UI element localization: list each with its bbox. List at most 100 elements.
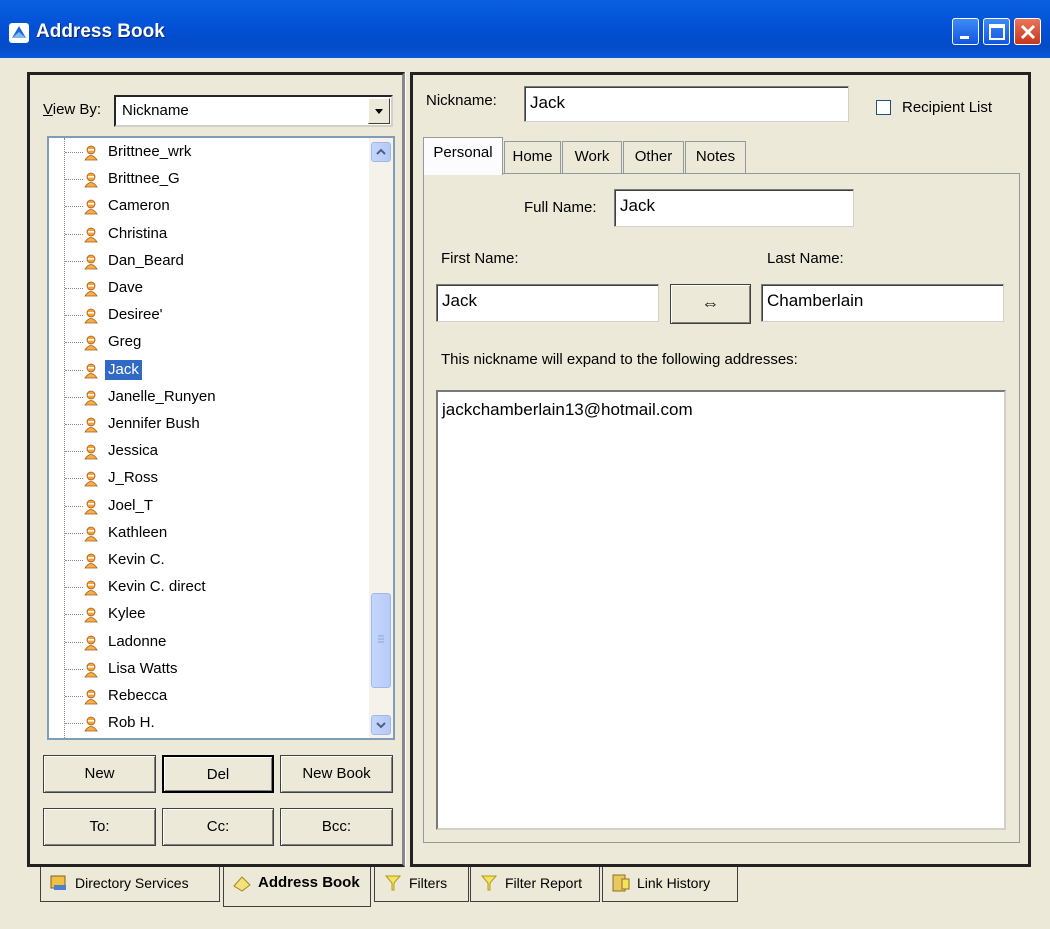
tree-connector xyxy=(65,152,83,153)
tree-connector xyxy=(65,233,83,235)
tab-personal[interactable]: Personal xyxy=(423,137,503,175)
list-item[interactable]: Rebecca xyxy=(49,683,369,710)
list-item-label: Kevin C. xyxy=(108,551,165,568)
list-item[interactable]: Kevin C. xyxy=(49,547,369,574)
address-entry: jackchamberlain13@hotmail.com xyxy=(442,400,693,419)
minimize-button[interactable] xyxy=(952,18,979,45)
nickname-list[interactable]: Brittnee_wrk Brittnee_G Cameron Christina Da… xyxy=(47,136,395,740)
tab-filter-report[interactable]: Filter Report xyxy=(470,867,600,902)
list-item[interactable]: Kevin C. direct xyxy=(49,574,369,601)
person-icon xyxy=(84,308,98,324)
tree-connector xyxy=(65,614,83,616)
scroll-down-button[interactable] xyxy=(371,715,391,735)
tab-link-history[interactable]: Link History xyxy=(602,867,738,902)
view-by-label-text: iew By: xyxy=(52,101,102,118)
list-item[interactable]: Christina xyxy=(49,221,369,248)
recipient-list-label: Recipient List xyxy=(902,99,993,116)
full-name-input[interactable]: Jack xyxy=(614,189,854,227)
swap-icon: ⇔ xyxy=(701,293,720,313)
tree-connector xyxy=(65,451,83,453)
tab-filter-report-label: Filter Report xyxy=(505,875,583,891)
view-by-select[interactable]: Nickname xyxy=(114,95,393,127)
person-icon xyxy=(84,526,98,542)
new-button[interactable]: New xyxy=(43,755,156,793)
tab-filters-label: Filters xyxy=(409,875,448,891)
first-name-input[interactable]: Jack xyxy=(436,284,659,322)
scroll-thumb[interactable] xyxy=(371,593,391,688)
list-item[interactable]: Desiree' xyxy=(49,302,369,329)
list-item-label: Janelle_Runyen xyxy=(108,387,216,405)
list-item[interactable]: Brittnee_G xyxy=(49,166,369,193)
tree-connector xyxy=(65,587,83,589)
list-item[interactable]: Ladonne xyxy=(49,629,369,656)
addresses-box[interactable]: jackchamberlain13@hotmail.com xyxy=(436,390,1006,830)
list-item-label: Brittnee_wrk xyxy=(108,143,192,160)
list-item[interactable]: Cameron xyxy=(49,193,369,220)
directory-icon xyxy=(50,875,66,890)
list-item-label: Kevin C. direct xyxy=(108,578,206,596)
maximize-button[interactable] xyxy=(983,18,1010,45)
minimize-icon xyxy=(960,36,969,39)
recipient-list-checkbox[interactable] xyxy=(876,100,891,115)
list-item[interactable]: Janelle_Runyen xyxy=(49,384,369,411)
tab-home[interactable]: Home xyxy=(504,141,561,173)
cc-button-label: Cc: xyxy=(206,818,230,835)
close-button[interactable] xyxy=(1014,18,1041,45)
list-item[interactable]: Jack xyxy=(49,357,369,384)
list-item[interactable]: Brittnee_wrk xyxy=(49,139,369,166)
chevron-down-icon xyxy=(375,109,383,114)
new-book-button-label: New Book xyxy=(302,765,371,782)
person-icon xyxy=(84,172,98,188)
tree-connector xyxy=(65,723,83,725)
list-item[interactable]: J_Ross xyxy=(49,465,369,492)
person-icon xyxy=(84,553,98,569)
tab-notes-label: Notes xyxy=(695,148,736,165)
tree-connector xyxy=(65,396,83,398)
chevron-up-icon xyxy=(376,148,386,155)
list-item[interactable]: Dan_Beard xyxy=(49,248,369,275)
list-item[interactable]: Joel_T xyxy=(49,493,369,520)
to-button[interactable]: To: xyxy=(43,808,156,846)
del-button[interactable]: Del xyxy=(162,755,274,793)
list-item-label: Rebecca xyxy=(108,687,168,704)
new-book-button[interactable]: New Book xyxy=(280,755,393,793)
list-item[interactable]: Dave xyxy=(49,275,369,302)
nickname-input[interactable]: Jack xyxy=(524,86,849,122)
tree-connector xyxy=(65,478,83,480)
list-item[interactable]: Kathleen xyxy=(49,520,369,547)
list-item[interactable]: Jessica xyxy=(49,438,369,465)
list-item-label: Kylee xyxy=(108,605,146,623)
tab-other-label: Other xyxy=(634,148,673,165)
tab-link-history-label: Link History xyxy=(637,875,711,891)
person-icon xyxy=(84,689,98,705)
tab-address-book[interactable]: Address Book xyxy=(223,867,371,907)
list-item[interactable]: Rob H. xyxy=(49,710,369,737)
list-item[interactable]: Kylee xyxy=(49,601,369,628)
bcc-button[interactable]: Bcc: xyxy=(280,808,393,846)
filter-report-icon xyxy=(480,875,498,891)
scroll-up-button[interactable] xyxy=(371,142,391,162)
vertical-scrollbar[interactable] xyxy=(369,138,393,738)
tab-notes[interactable]: Notes xyxy=(685,141,746,173)
tab-directory-services[interactable]: Directory Services xyxy=(40,867,220,902)
swap-names-button[interactable]: ⇔ xyxy=(670,284,751,324)
view-by-value: Nickname xyxy=(122,102,189,119)
list-item[interactable]: Greg xyxy=(49,329,369,356)
tab-work-label: Work xyxy=(574,148,610,165)
list-item[interactable]: Lisa Watts xyxy=(49,656,369,683)
expand-label: This nickname will expand to the followi… xyxy=(441,351,798,368)
tree-connector xyxy=(65,668,83,670)
window-title: Address Book xyxy=(36,21,165,42)
cc-button[interactable]: Cc: xyxy=(162,808,274,846)
nickname-label: Nickname: xyxy=(426,92,497,109)
person-icon xyxy=(84,363,98,378)
tab-other[interactable]: Other xyxy=(623,141,684,173)
dropdown-button[interactable] xyxy=(368,98,390,124)
tab-directory-services-label: Directory Services xyxy=(75,875,189,891)
new-button-label: New xyxy=(84,765,115,782)
tab-filters[interactable]: Filters xyxy=(374,867,469,902)
last-name-input[interactable]: Chamberlain xyxy=(761,284,1004,322)
link-history-icon xyxy=(612,874,630,892)
tab-work[interactable]: Work xyxy=(562,141,622,173)
list-item[interactable]: Jennifer Bush xyxy=(49,411,369,438)
